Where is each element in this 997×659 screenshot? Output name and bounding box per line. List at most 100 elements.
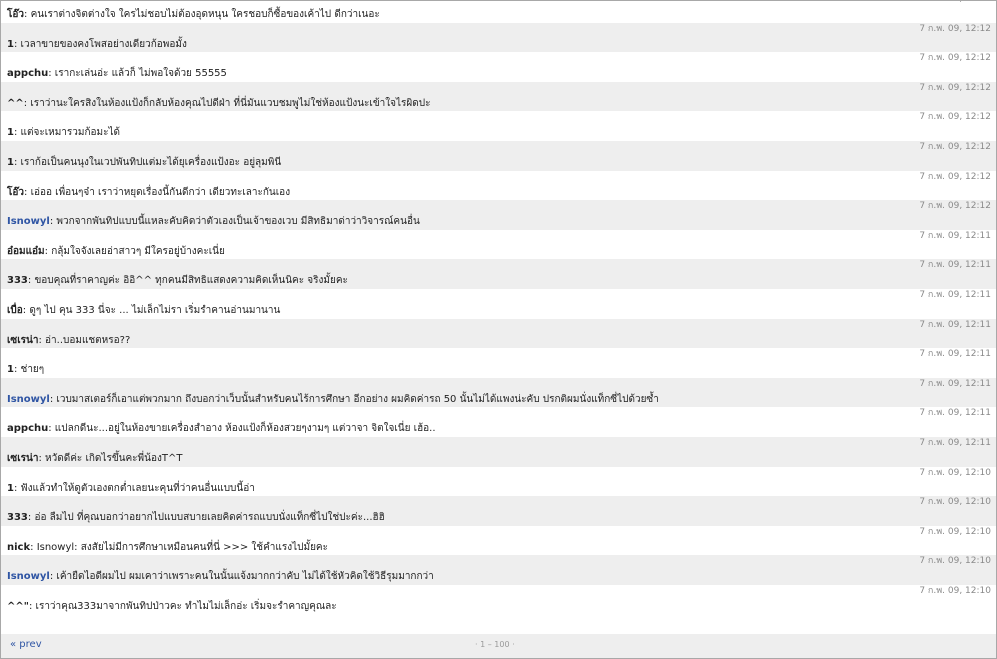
message-line: Isnowyl: เค้ายืดไอดีผมไป ผมเคาว่าเพราะคน… [7,570,434,583]
chat-message-row: 7 ก.พ. 09, 12:12 1: เราก้อเป็นคนนุงในเวปพ… [1,140,996,171]
message-timestamp: 7 ก.พ. 09, 12:10 [919,467,991,478]
message-text: แต่จะเหมารวมก้อมะได้ [20,127,121,139]
chat-message-list: 7 ก.พ. 09, 12:12 โอ๊ว: คนเราต่างจิตต่างใจ… [1,1,996,615]
message-timestamp: 7 ก.พ. 09, 12:12 [919,1,991,5]
message-text: เวลาขายของคงโพสอย่างเดียวก้อพอมั้ง [20,38,187,50]
message-text: เค้ายืดไอดีผมไป ผมเคาว่าเพราะคนในนั้นแจ้… [56,571,434,583]
chat-message-row: 7 ก.พ. 09, 12:11 อ๋อมแอ๋ม: กลุ้มใจจังเลยอ… [1,230,996,260]
chat-message-row: 7 ก.พ. 09, 12:12 ^^: เราว่านะใครสิงในห้อง… [1,81,996,112]
chat-message-row: 7 ก.พ. 09, 12:11 เซเรน่า: หวัดดีค่ะ เกิดไ… [1,436,996,467]
message-line: เซเรน่า: หวัดดีค่ะ เกิดไรขึ้นคะพี่น้องT^… [7,452,182,465]
message-author: 333 [7,512,28,524]
message-timestamp: 7 ก.พ. 09, 12:11 [919,230,991,241]
message-line: อ๋อมแอ๋ม: กลุ้มใจจังเลยอ่าสาวๆ มีใครอยู่… [7,245,225,258]
message-text: แปลกดีนะ...อยู่ในห้องขายเครื่องสำอาง ห้อ… [54,423,436,435]
message-line: 1: เราก้อเป็นคนนุงในเวปพันทิปแต่มะได้ยุเ… [7,156,281,169]
message-line: 1: ฟังแล้วทำให้ดูตัวเองตกต่ำเลยนะคุนที่ว… [7,482,255,495]
chat-message-row: 7 ก.พ. 09, 12:11 appchu: แปลกดีนะ...อยู่ใ… [1,407,996,437]
message-timestamp: 7 ก.พ. 09, 12:11 [919,319,991,330]
message-timestamp: 7 ก.พ. 09, 12:12 [919,112,991,123]
message-text: ขอบคุณที่ราคาญค่ะ อิอิ^^ ทุกคนมีสิทธิแสด… [34,275,348,287]
message-timestamp: 7 ก.พ. 09, 12:12 [919,82,991,93]
chat-message-row: 7 ก.พ. 09, 12:12 1: เวลาขายของคงโพสอย่างเ… [1,22,996,53]
message-timestamp: 7 ก.พ. 09, 12:12 [919,171,991,182]
pager-bar: « prev · 1 – 100 · [1,634,996,658]
message-timestamp: 7 ก.พ. 09, 12:11 [919,289,991,300]
message-author: 333 [7,275,28,287]
message-text: เรากะเล่นอ่ะ แล้วก็ ไม่พอใจด้วย 55555 [54,68,227,80]
chat-message-row: 7 ก.พ. 09, 12:10 333: อ่อ ลืมไป ที่คุณบอก… [1,496,996,526]
chat-message-row: 7 ก.พ. 09, 12:11 Isnowyl: เวบมาสเตอร์ก็เอ… [1,377,996,408]
message-timestamp: 7 ก.พ. 09, 12:11 [919,408,991,419]
chat-frame: 7 ก.พ. 09, 12:12 โอ๊ว: คนเราต่างจิตต่างใจ… [0,0,997,659]
message-author: 1 [7,127,14,139]
message-author: appchu [7,423,49,435]
message-author[interactable]: Isnowyl [7,571,50,582]
message-author: 1 [7,38,14,50]
chat-message-row: 7 ก.พ. 09, 12:11 1: ช่ายๆ [1,348,996,378]
chat-message-row: 7 ก.พ. 09, 12:11 333: ขอบคุณที่ราคาญค่ะ อ… [1,259,996,289]
message-line: เซเรน่า: อ่า..บอมแชตหรอ?? [7,334,130,347]
message-author: โอ๊ว [7,186,24,198]
message-timestamp: 7 ก.พ. 09, 12:10 [919,556,991,567]
message-text: เราว่าคุณ333มาจากพันทิปป่าวคะ ทำไมไม่เล็… [35,600,337,612]
chat-message-row: 7 ก.พ. 09, 12:10 Isnowyl: เค้ายืดไอดีผมไป… [1,555,996,585]
message-author: nick [7,541,31,553]
message-timestamp: 7 ก.พ. 09, 12:10 [919,526,991,537]
chat-message-row: 7 ก.พ. 09, 12:10 1: ฟังแล้วทำให้ดูตัวเองต… [1,467,996,497]
message-line: 1: แต่จะเหมารวมก้อมะได้ [7,126,120,139]
message-timestamp: 7 ก.พ. 09, 12:10 [919,585,991,596]
message-author: เซเรน่า [7,334,39,346]
message-timestamp: 7 ก.พ. 09, 12:11 [919,260,991,271]
message-text: เราว่านะใครสิงในห้องแป้งก็กลับห้องคุณไปด… [30,97,431,109]
message-author: ^^ [7,97,24,109]
message-author: โอ๊ว [7,9,24,20]
message-timestamp: 7 ก.พ. 09, 12:11 [919,437,991,448]
message-author: 1 [7,482,14,494]
message-author: เซเรน่า [7,452,39,464]
message-timestamp: 7 ก.พ. 09, 12:12 [919,201,991,212]
message-line: เบื่อ: ดูๆ ไป คุน 333 นี่จะ ... ไม่เล็กไ… [7,304,280,317]
message-text: หวัดดีค่ะ เกิดไรขึ้นคะพี่น้องT^T [45,452,183,464]
chat-message-row: 7 ก.พ. 09, 12:10 nick: Isnowyl: สงสัยไม่ม… [1,526,996,556]
chat-message-row: 7 ก.พ. 09, 12:12 Isnowyl: พวกจากพันทิปแบบ… [1,200,996,230]
message-line: appchu: แปลกดีนะ...อยู่ในห้องขายเครื่องส… [7,422,436,435]
message-text: ฟังแล้วทำให้ดูตัวเองตกต่ำเลยนะคุนที่ว่าค… [20,482,255,494]
page-range-label: · 1 – 100 · [475,640,515,649]
message-line: โอ๊ว: คนเราต่างจิตต่างใจ ใครไม่ชอบไม่ต้อ… [7,8,380,21]
prev-page-link[interactable]: « prev [10,639,42,650]
message-author: 1 [7,364,14,376]
message-text: เอ่ออ เพื่อนๆจ๋า เราว่าหยุดเรื่องนี้กันด… [30,186,291,198]
message-timestamp: 7 ก.พ. 09, 12:11 [919,378,991,389]
message-author: อ๋อมแอ๋ม [7,245,45,257]
message-author[interactable]: Isnowyl [7,394,50,405]
message-line: Isnowyl: พวกจากพันทิปแบบนี้แหละคับคิดว่า… [7,215,420,228]
message-timestamp: 7 ก.พ. 09, 12:12 [919,53,991,64]
message-text: เราก้อเป็นคนนุงในเวปพันทิปแต่มะได้ยุเครื… [20,156,282,168]
message-line: โอ๊ว: เอ่ออ เพื่อนๆจ๋า เราว่าหยุดเรื่องน… [7,186,290,199]
message-text: ช่ายๆ [20,364,45,376]
message-text: อ่อ ลืมไป ที่คุณบอกว่าอยากไปแบบสบายเลยคิ… [34,512,385,524]
message-line: ^^": เราว่าคุณ333มาจากพันทิปป่าวคะ ทำไมไ… [7,600,337,613]
message-timestamp: 7 ก.พ. 09, 12:12 [919,23,991,34]
message-line: nick: Isnowyl: สงสัยไม่มีการศึกษาเหมือนค… [7,541,328,554]
message-timestamp: 7 ก.พ. 09, 12:12 [919,141,991,152]
chat-message-row: 7 ก.พ. 09, 12:12 โอ๊ว: คนเราต่างจิตต่างใจ… [1,1,996,23]
message-text: พวกจากพันทิปแบบนี้แหละคับคิดว่าตัวเองเป็… [56,216,420,228]
message-timestamp: 7 ก.พ. 09, 12:11 [919,349,991,360]
message-text: อ่า..บอมแชตหรอ?? [45,334,131,346]
message-text: Isnowyl: สงสัยไม่มีการศึกษาเหมือนคนที่นี… [36,541,328,553]
message-text: คนเราต่างจิตต่างใจ ใครไม่ชอบไม่ต้องอุดหน… [30,9,380,20]
message-line: ^^: เราว่านะใครสิงในห้องแป้งก็กลับห้องคุ… [7,97,431,110]
message-line: 333: อ่อ ลืมไป ที่คุณบอกว่าอยากไปแบบสบาย… [7,511,385,524]
message-text: เวบมาสเตอร์ก็เอาแต่พวกมาก ถึงบอกว่าเว็บน… [56,393,659,405]
chat-message-row: 7 ก.พ. 09, 12:12 1: แต่จะเหมารวมก้อมะได้ [1,111,996,141]
message-text: กลุ้มใจจังเลยอ่าสาวๆ มีใครอยู่บ้างคะเนี่… [51,245,225,257]
message-line: 1: ช่ายๆ [7,363,44,376]
message-author: appchu [7,68,49,80]
message-author[interactable]: Isnowyl [7,216,50,227]
message-author: เบื่อ [7,304,23,316]
chat-message-row: 7 ก.พ. 09, 12:10 ^^": เราว่าคุณ333มาจากพั… [1,585,996,615]
message-text: ดูๆ ไป คุน 333 นี่จะ ... ไม่เล็กไม่รา เร… [29,304,281,316]
message-line: 1: เวลาขายของคงโพสอย่างเดียวก้อพอมั้ง [7,38,187,51]
